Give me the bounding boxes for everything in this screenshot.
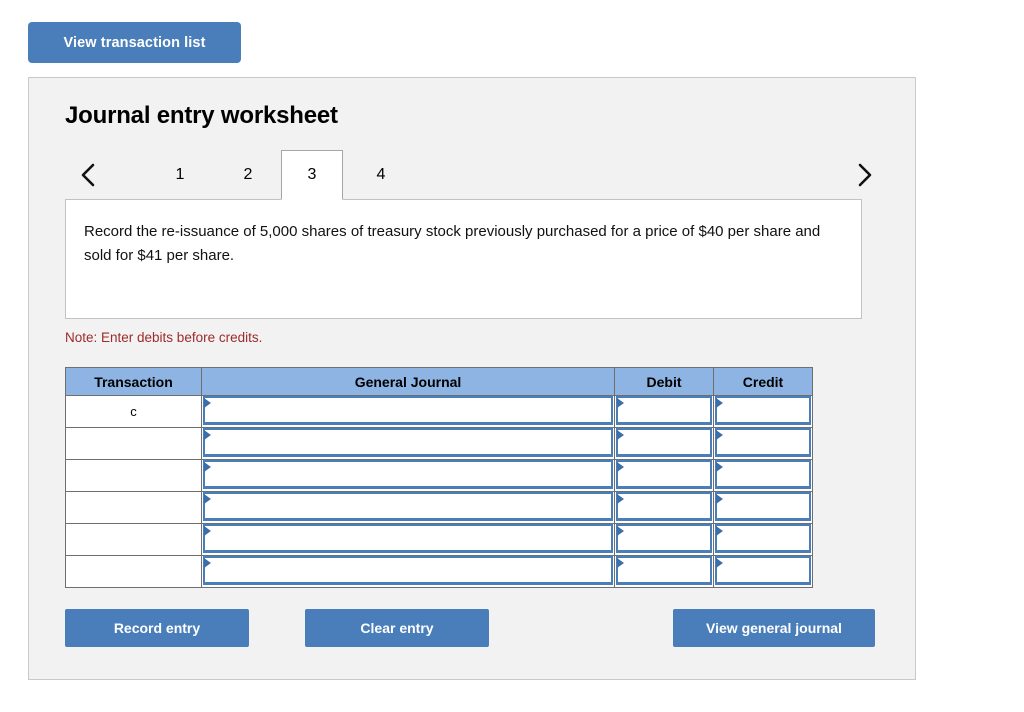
credit-cell[interactable]	[713, 459, 813, 492]
transaction-label-cell	[65, 555, 202, 588]
page-title: Journal entry worksheet	[65, 102, 338, 129]
table-row	[65, 555, 813, 588]
record-entry-button[interactable]: Record entry	[65, 609, 249, 647]
transaction-label-cell: c	[65, 395, 202, 428]
credit-input-2[interactable]	[715, 428, 811, 457]
view-general-journal-button[interactable]: View general journal	[673, 609, 875, 647]
transaction-label-cell	[65, 523, 202, 556]
debit-cell[interactable]	[614, 459, 714, 492]
view-transaction-list-button[interactable]: View transaction list	[28, 22, 241, 63]
general-journal-cell[interactable]	[201, 459, 615, 492]
debit-cell[interactable]	[614, 523, 714, 556]
debit-input-3[interactable]	[616, 460, 712, 489]
worksheet-tab-2[interactable]: 2	[217, 150, 279, 200]
transaction-label-cell	[65, 459, 202, 492]
worksheet-tab-1-label: 1	[175, 166, 185, 183]
worksheet-tab-4[interactable]: 4	[350, 150, 412, 200]
credit-input-1[interactable]	[715, 396, 811, 425]
general-journal-cell[interactable]	[201, 395, 615, 428]
debit-input-5[interactable]	[616, 524, 712, 553]
debit-input-4[interactable]	[616, 492, 712, 521]
transaction-description-box: Record the re-issuance of 5,000 shares o…	[65, 199, 862, 319]
chevron-right-icon[interactable]	[847, 150, 881, 200]
chevron-left-icon[interactable]	[71, 150, 105, 200]
column-header-debit: Debit	[614, 367, 714, 396]
worksheet-tab-strip: 1 2 3 4	[65, 150, 881, 200]
general-journal-input-4[interactable]	[203, 492, 613, 521]
worksheet-tab-3[interactable]: 3	[281, 150, 343, 200]
clear-entry-button[interactable]: Clear entry	[305, 609, 489, 647]
general-journal-cell[interactable]	[201, 427, 615, 460]
credit-cell[interactable]	[713, 395, 813, 428]
general-journal-cell[interactable]	[201, 555, 615, 588]
debit-cell[interactable]	[614, 395, 714, 428]
debit-input-2[interactable]	[616, 428, 712, 457]
table-row: c	[65, 395, 813, 428]
table-header-row: Transaction General Journal Debit Credit	[65, 367, 813, 396]
worksheet-tab-3-label: 3	[307, 166, 317, 183]
journal-entry-table: Transaction General Journal Debit Credit…	[65, 367, 813, 588]
general-journal-input-1[interactable]	[203, 396, 613, 425]
journal-entry-worksheet-panel: Journal entry worksheet 1 2 3 4 Record t…	[28, 77, 916, 680]
general-journal-cell[interactable]	[201, 491, 615, 524]
worksheet-tab-2-label: 2	[243, 166, 253, 183]
credit-cell[interactable]	[713, 523, 813, 556]
debit-input-6[interactable]	[616, 556, 712, 585]
transaction-description-text: Record the re-issuance of 5,000 shares o…	[84, 223, 821, 264]
general-journal-input-3[interactable]	[203, 460, 613, 489]
table-row	[65, 523, 813, 556]
credit-input-4[interactable]	[715, 492, 811, 521]
general-journal-input-6[interactable]	[203, 556, 613, 585]
general-journal-input-2[interactable]	[203, 428, 613, 457]
general-journal-cell[interactable]	[201, 523, 615, 556]
credit-input-6[interactable]	[715, 556, 811, 585]
debit-cell[interactable]	[614, 491, 714, 524]
debits-before-credits-note: Note: Enter debits before credits.	[65, 330, 263, 345]
credit-cell[interactable]	[713, 491, 813, 524]
credit-cell[interactable]	[713, 427, 813, 460]
table-row	[65, 459, 813, 492]
column-header-credit: Credit	[713, 367, 813, 396]
transaction-label-cell	[65, 427, 202, 460]
credit-cell[interactable]	[713, 555, 813, 588]
worksheet-tab-4-label: 4	[376, 166, 386, 183]
table-row	[65, 491, 813, 524]
credit-input-3[interactable]	[715, 460, 811, 489]
table-row	[65, 427, 813, 460]
worksheet-tab-1[interactable]: 1	[149, 150, 211, 200]
debit-cell[interactable]	[614, 555, 714, 588]
column-header-transaction: Transaction	[65, 367, 202, 396]
credit-input-5[interactable]	[715, 524, 811, 553]
column-header-general-journal: General Journal	[201, 367, 615, 396]
transaction-label-cell	[65, 491, 202, 524]
general-journal-input-5[interactable]	[203, 524, 613, 553]
debit-cell[interactable]	[614, 427, 714, 460]
debit-input-1[interactable]	[616, 396, 712, 425]
